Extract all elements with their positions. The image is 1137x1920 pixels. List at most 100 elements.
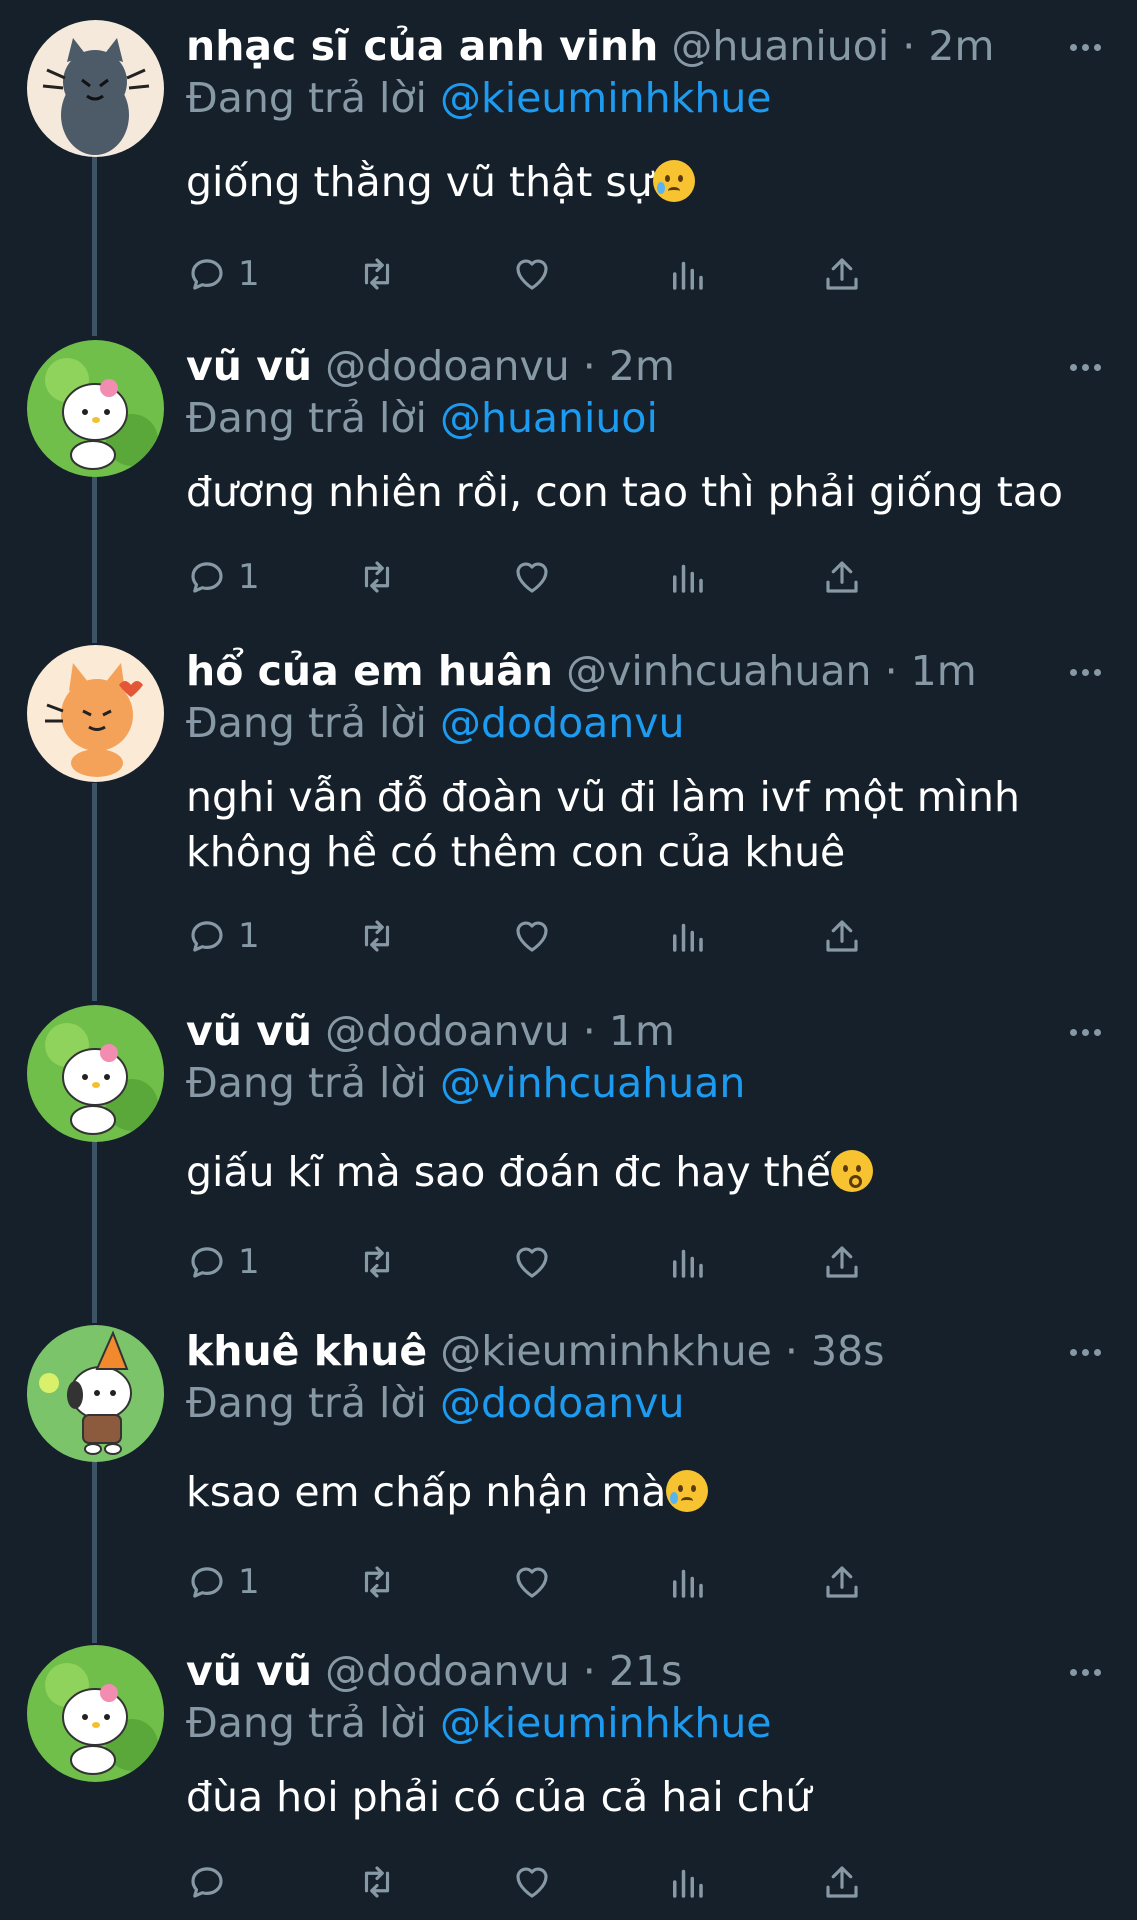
views-button[interactable] xyxy=(666,1238,708,1286)
avatar[interactable] xyxy=(27,1325,164,1462)
tweet-header: nhạc sĩ của anh vinh @huaniuoi · 2m xyxy=(186,20,994,72)
more-options-icon[interactable] xyxy=(1065,352,1105,382)
views-button[interactable] xyxy=(666,250,708,298)
reply-button[interactable]: 1 xyxy=(186,912,260,960)
replying-to: Đang trả lời @kieuminhkhue xyxy=(186,72,772,124)
more-options-icon[interactable] xyxy=(1065,1337,1105,1367)
share-icon xyxy=(826,258,858,290)
views-button[interactable] xyxy=(666,553,708,601)
mention-link[interactable]: @dodoanvu xyxy=(440,1379,685,1427)
tweet[interactable]: hổ của em huân @vinhcuahuan · 1m Đang tr… xyxy=(0,645,1137,965)
analytics-icon xyxy=(673,923,703,952)
retweet-button[interactable] xyxy=(356,912,398,960)
timestamp[interactable]: 38s xyxy=(811,1327,885,1375)
reply-button[interactable]: 1 xyxy=(186,1238,260,1286)
display-name[interactable]: vũ vũ xyxy=(186,1007,312,1055)
mention-link[interactable]: @dodoanvu xyxy=(440,699,685,747)
display-name[interactable]: khuê khuê xyxy=(186,1327,427,1375)
tweet-header: khuê khuê @kieuminhkhue · 38s xyxy=(186,1325,885,1377)
tweet-header: vũ vũ @dodoanvu · 1m xyxy=(186,1005,675,1057)
share-button[interactable] xyxy=(821,1558,863,1606)
replying-to: Đang trả lời @vinhcuahuan xyxy=(186,1057,745,1109)
display-name[interactable]: nhạc sĩ của anh vinh xyxy=(186,22,658,70)
tweet[interactable]: khuê khuê @kieuminhkhue · 38s Đang trả l… xyxy=(0,1325,1137,1605)
handle[interactable]: @huaniuoi xyxy=(671,22,889,70)
avatar[interactable] xyxy=(27,1005,164,1142)
heart-icon xyxy=(516,921,548,952)
action-bar: 1 xyxy=(186,553,1006,601)
views-button[interactable] xyxy=(666,912,708,960)
like-button[interactable] xyxy=(511,1858,553,1906)
reply-count: 1 xyxy=(238,1562,260,1602)
share-button[interactable] xyxy=(821,553,863,601)
like-button[interactable] xyxy=(511,553,553,601)
like-button[interactable] xyxy=(511,250,553,298)
share-button[interactable] xyxy=(821,1238,863,1286)
timestamp[interactable]: 1m xyxy=(609,1007,675,1055)
handle[interactable]: @kieuminhkhue xyxy=(440,1327,772,1375)
share-button[interactable] xyxy=(821,1858,863,1906)
reply-icon xyxy=(191,1867,223,1898)
like-button[interactable] xyxy=(511,912,553,960)
handle[interactable]: @dodoanvu xyxy=(325,342,570,390)
share-button[interactable] xyxy=(821,250,863,298)
separator-dot: · xyxy=(784,1327,798,1375)
tweet[interactable]: vũ vũ @dodoanvu · 1m Đang trả lời @vinhc… xyxy=(0,1005,1137,1285)
handle[interactable]: @dodoanvu xyxy=(325,1647,570,1695)
reply-button[interactable]: 1 xyxy=(186,553,260,601)
mention-link[interactable]: @huaniuoi xyxy=(440,394,658,442)
like-button[interactable] xyxy=(511,1558,553,1606)
tweet-text-content: nghi vẫn đỗ đoàn vũ đi làm ivf một mình … xyxy=(186,773,1020,876)
reply-count: 1 xyxy=(238,254,260,294)
reply-count: 1 xyxy=(238,916,260,956)
tweet-text-content: đùa hoi phải có của cả hai chứ xyxy=(186,1773,812,1821)
more-options-icon[interactable] xyxy=(1065,1017,1105,1047)
timestamp[interactable]: 1m xyxy=(911,647,977,695)
more-options-icon[interactable] xyxy=(1065,32,1105,62)
retweet-button[interactable] xyxy=(356,553,398,601)
timestamp[interactable]: 2m xyxy=(609,342,675,390)
mention-link[interactable]: @kieuminhkhue xyxy=(440,1699,772,1747)
mention-link[interactable]: @vinhcuahuan xyxy=(440,1059,745,1107)
tweet-text: giấu kĩ mà sao đoán đc hay thế xyxy=(186,1145,1106,1200)
more-options-icon[interactable] xyxy=(1065,657,1105,687)
green-kitty-avatar-icon xyxy=(27,1005,164,1142)
share-icon xyxy=(826,561,858,593)
like-button[interactable] xyxy=(511,1238,553,1286)
replying-to-label: Đang trả lời xyxy=(186,699,427,747)
analytics-icon xyxy=(673,261,703,290)
reply-button[interactable]: 1 xyxy=(186,1558,260,1606)
reply-button[interactable]: 1 xyxy=(186,250,260,298)
share-button[interactable] xyxy=(821,912,863,960)
analytics-icon xyxy=(673,564,703,593)
avatar[interactable] xyxy=(27,1645,164,1782)
display-name[interactable]: vũ vũ xyxy=(186,1647,312,1695)
timestamp[interactable]: 2m xyxy=(928,22,994,70)
more-options-icon[interactable] xyxy=(1065,1657,1105,1687)
tweet-text-content: đương nhiên rồi, con tao thì phải giống … xyxy=(186,468,1063,516)
retweet-button[interactable] xyxy=(356,250,398,298)
handle[interactable]: @dodoanvu xyxy=(325,1007,570,1055)
avatar[interactable] xyxy=(27,20,164,157)
retweet-button[interactable] xyxy=(356,1858,398,1906)
tweet-text: giống thằng vũ thật sự xyxy=(186,155,1106,210)
display-name[interactable]: hổ của em huân xyxy=(186,647,553,695)
timestamp[interactable]: 21s xyxy=(609,1647,683,1695)
display-name[interactable]: vũ vũ xyxy=(186,342,312,390)
tweet-header: vũ vũ @dodoanvu · 21s xyxy=(186,1645,682,1697)
views-button[interactable] xyxy=(666,1858,708,1906)
mention-link[interactable]: @kieuminhkhue xyxy=(440,74,772,122)
action-bar xyxy=(186,1858,1006,1906)
tweet[interactable]: vũ vũ @dodoanvu · 2m Đang trả lời @huani… xyxy=(0,340,1137,620)
retweet-button[interactable] xyxy=(356,1238,398,1286)
avatar[interactable] xyxy=(27,340,164,477)
reply-button[interactable] xyxy=(186,1858,238,1906)
avatar[interactable] xyxy=(27,645,164,782)
green-kitty-avatar-icon xyxy=(27,1645,164,1782)
reply-count: 1 xyxy=(238,557,260,597)
views-button[interactable] xyxy=(666,1558,708,1606)
tweet[interactable]: vũ vũ @dodoanvu · 21s Đang trả lời @kieu… xyxy=(0,1645,1137,1920)
tweet[interactable]: nhạc sĩ của anh vinh @huaniuoi · 2m Đang… xyxy=(0,20,1137,300)
retweet-button[interactable] xyxy=(356,1558,398,1606)
handle[interactable]: @vinhcuahuan xyxy=(566,647,871,695)
